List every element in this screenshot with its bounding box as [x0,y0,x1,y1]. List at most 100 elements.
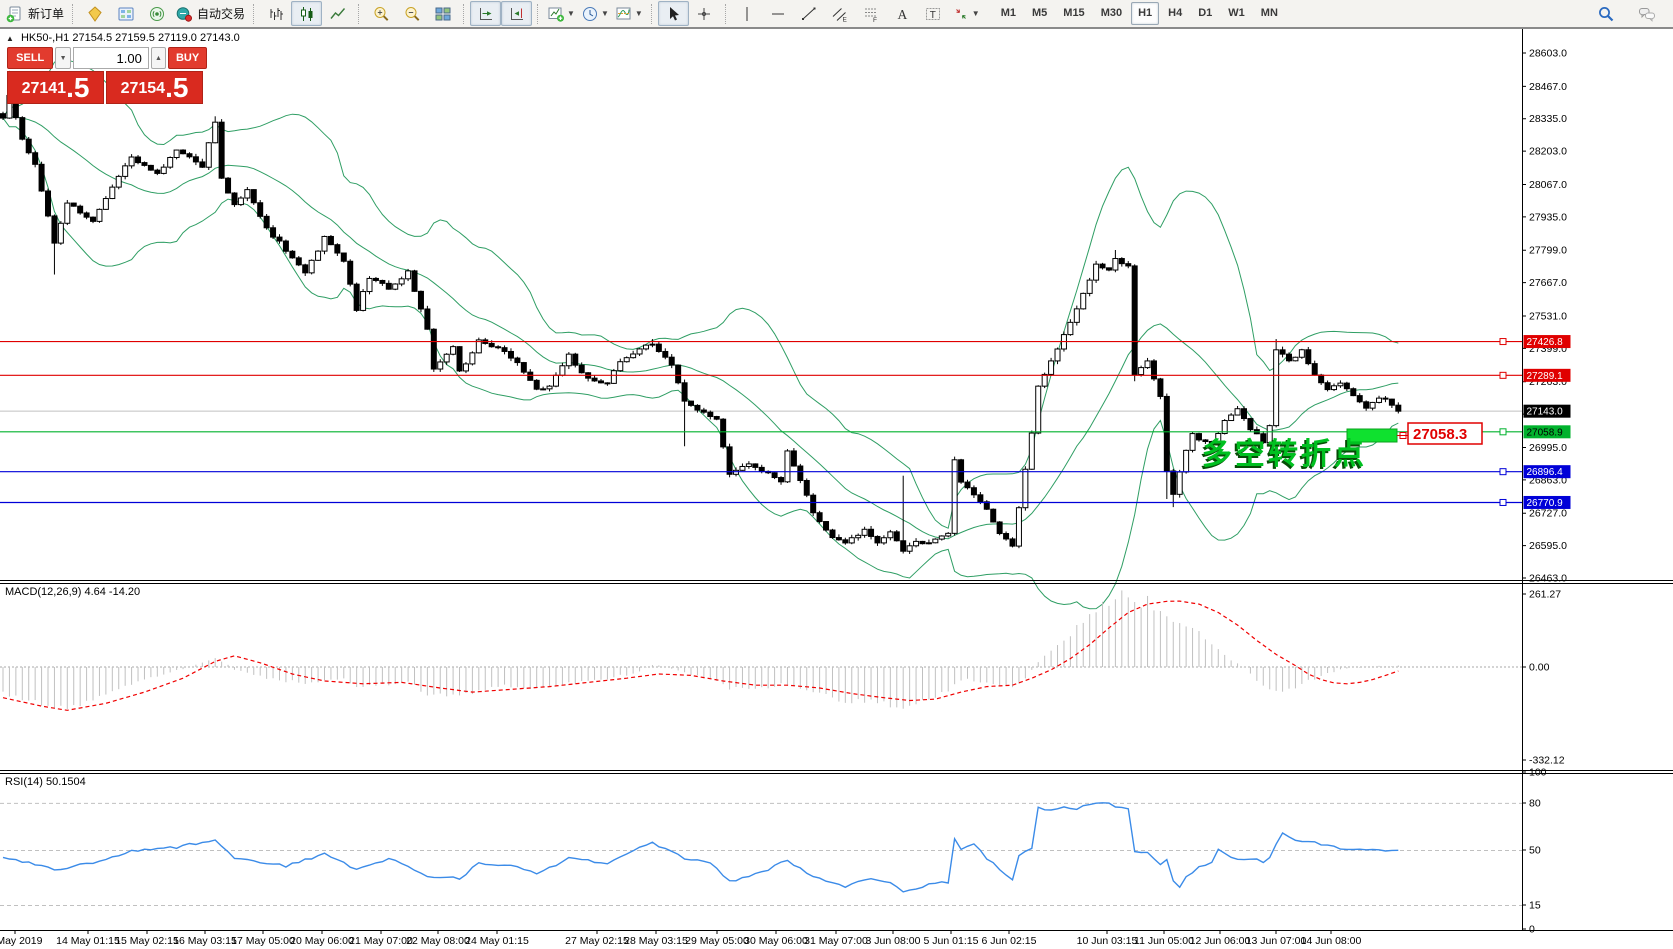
macd-indicator-label: MACD(12,26,9) 4.64 -14.20 [5,586,140,598]
price-axis[interactable]: 28603.028467.028335.028203.028067.027935… [1522,29,1567,936]
svg-text:31 May 07:00: 31 May 07:00 [804,935,868,947]
volume-decrease-button[interactable]: ▼ [55,47,70,69]
bollinger-middle-band [3,117,1398,539]
chevron-down-icon[interactable]: ▼ [635,9,643,18]
timeframe-button-w1[interactable]: W1 [1221,2,1252,25]
timeframe-button-mn[interactable]: MN [1254,2,1285,25]
text-label-button[interactable]: T [918,1,949,26]
periods-button[interactable]: ▼ [578,1,612,26]
periods-icon [581,5,599,23]
equidistant-channel-button[interactable]: E [825,1,856,26]
turning-point-text[interactable]: 多空转折点 [1202,438,1367,471]
svg-text:21 May 07:00: 21 May 07:00 [349,935,413,947]
fibonacci-icon: F [862,5,880,23]
svg-text:26896.4: 26896.4 [1527,467,1564,478]
price-tag-27289-1: 27289.1 [1524,369,1571,382]
fibonacci-button[interactable]: F [856,1,887,26]
search-button[interactable] [1590,1,1621,26]
svg-text:27289.1: 27289.1 [1527,371,1564,382]
svg-text:80: 80 [1529,798,1541,810]
svg-text:26595.0: 26595.0 [1529,540,1567,552]
chat-button[interactable] [1631,1,1662,26]
indicators-button[interactable]: ▼ [544,1,578,26]
horizontal-line-27289-1[interactable] [0,372,1522,378]
label-icon: T [924,5,942,23]
sell-price-display[interactable]: 27141.5 [7,71,104,104]
macd-indicator [0,590,1522,710]
zoom-out-icon [403,5,421,23]
chart-line-button[interactable] [322,1,353,26]
timeframe-button-m30[interactable]: M30 [1094,2,1129,25]
timeframe-button-m1[interactable]: M1 [994,2,1023,25]
horizontal-line-26770-9[interactable] [0,499,1522,505]
svg-text:27935.0: 27935.0 [1529,211,1567,223]
new-order-label: 新订单 [28,5,64,22]
toolbar-separator [651,4,653,24]
autotrading-icon [175,5,193,23]
sell-price-frac: .5 [66,74,89,102]
templates-button[interactable]: ▼ [612,1,646,26]
chevron-down-icon[interactable]: ▼ [972,9,980,18]
svg-text:28067.0: 28067.0 [1529,179,1567,191]
chart-candles-button[interactable] [291,1,322,26]
indicators-icon [547,5,565,23]
macd-signal-line [3,601,1398,710]
one-click-trading-panel: SELL ▼ ▲ BUY 27141.5 27154.5 [7,47,207,104]
autotrading-label: 自动交易 [197,5,245,22]
auto-scroll-button[interactable] [470,1,501,26]
buy-price-display[interactable]: 27154.5 [106,71,203,104]
svg-text:26727.0: 26727.0 [1529,508,1567,520]
toolbar-separator [725,4,727,24]
svg-text:15 May 02:15: 15 May 02:15 [115,935,179,947]
text-button[interactable]: A [887,1,918,26]
timeframe-button-m15[interactable]: M15 [1056,2,1091,25]
symbol-collapse-icon[interactable]: ▲ [6,34,14,43]
toolbar-separator [358,4,360,24]
arrows-button[interactable]: ▼ [949,1,983,26]
horizontal-line-27058-9[interactable] [0,429,1522,435]
horizontal-line-27426-8[interactable] [0,339,1522,345]
chart-area[interactable]: 28603.028467.028335.028203.028067.027935… [0,0,1673,949]
chart-bars-button[interactable] [260,1,291,26]
buy-button[interactable]: BUY [168,47,207,69]
crosshair-button[interactable] [689,1,720,26]
zoom-out-button[interactable] [396,1,427,26]
new-order-button[interactable]: 新订单 [3,1,67,26]
svg-text:28 May 03:15: 28 May 03:15 [624,935,688,947]
price-tag-27058-9: 27058.9 [1524,425,1571,438]
chart-shift-button[interactable] [501,1,532,26]
price-tag-27426-8: 27426.8 [1524,335,1571,348]
autotrading-button[interactable]: 自动交易 [172,1,248,26]
horizontal-line-button[interactable] [763,1,794,26]
sell-button[interactable]: SELL [7,47,53,69]
volume-input[interactable] [73,47,149,69]
svg-text:28467.0: 28467.0 [1529,81,1567,93]
cursor-button[interactable] [658,1,689,26]
chevron-down-icon[interactable]: ▼ [567,9,575,18]
tile-windows-button[interactable] [427,1,458,26]
toolbar-separator [72,4,74,24]
svg-text:27531.0: 27531.0 [1529,310,1567,322]
svg-text:10 Jun 03:15: 10 Jun 03:15 [1077,935,1138,947]
timeframe-group: M1M5M15M30H1H4D1W1MN [993,2,1286,25]
svg-text:27058.9: 27058.9 [1527,427,1564,438]
timeframe-button-h1[interactable]: H1 [1131,2,1159,25]
timeframe-button-h4[interactable]: H4 [1161,2,1189,25]
chevron-down-icon[interactable]: ▼ [601,9,609,18]
main-toolbar: 新订单 自动交易 ▼ ▼ ▼ EFAT ▼ M1M5M15M30H1H4D1W1MN [0,0,1673,28]
time-axis[interactable]: 9 May 201914 May 01:1515 May 02:1516 May… [0,931,1362,947]
zoom-in-button[interactable] [365,1,396,26]
price-tag-26896-4: 26896.4 [1524,465,1571,478]
signals-button[interactable] [141,1,172,26]
volume-increase-button[interactable]: ▲ [151,47,166,69]
chart-symbol-period: HK50-,H1 [21,32,69,44]
timeframe-button-d1[interactable]: D1 [1191,2,1219,25]
timeframe-button-m5[interactable]: M5 [1025,2,1054,25]
metaeditor-button[interactable] [79,1,110,26]
svg-text:26770.9: 26770.9 [1527,498,1564,509]
vertical-line-button[interactable] [732,1,763,26]
svg-text:50: 50 [1529,845,1541,857]
trendline-button[interactable] [794,1,825,26]
market-watch-button[interactable] [110,1,141,26]
price-tag-26770-9: 26770.9 [1524,496,1571,509]
